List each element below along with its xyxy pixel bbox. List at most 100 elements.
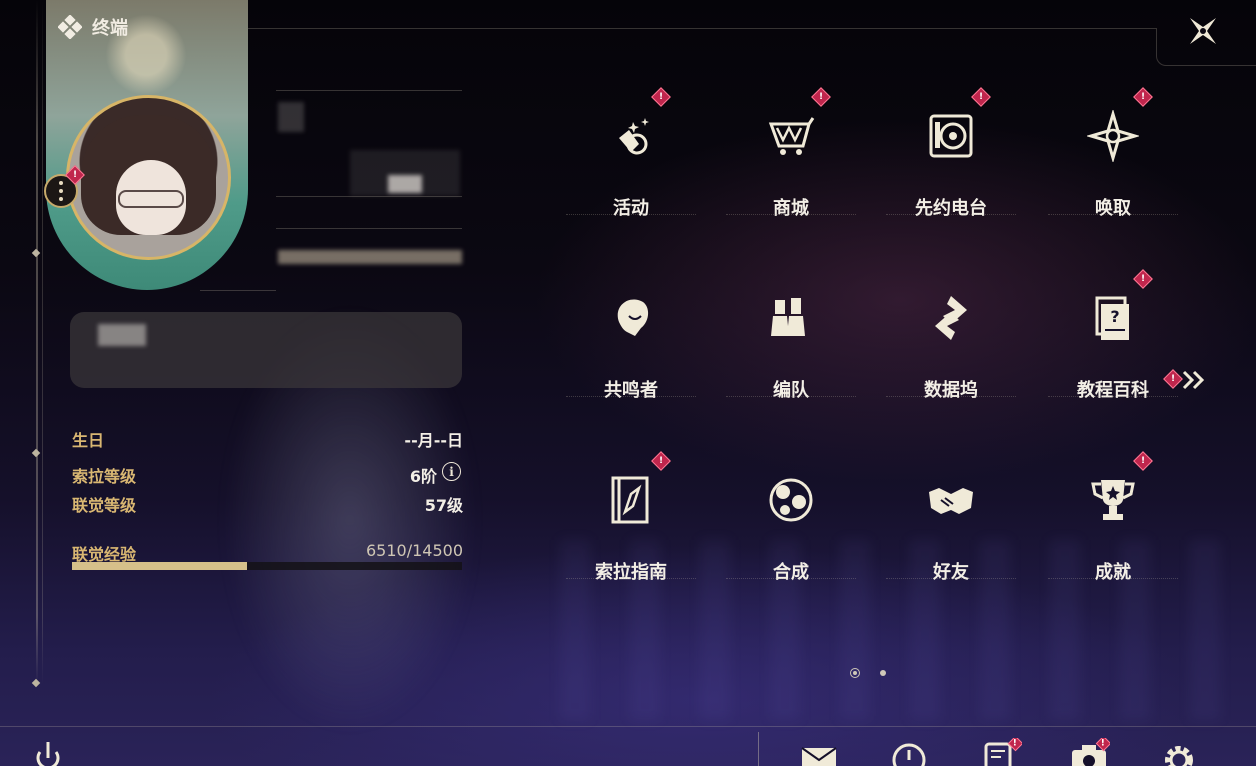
dotted-divider xyxy=(886,396,1016,397)
divider xyxy=(276,196,462,197)
resonator-head-icon xyxy=(591,278,671,358)
menu-item-2[interactable]: ! 商城 xyxy=(726,86,856,246)
menu-item-3[interactable]: ! 先约电台 xyxy=(886,86,1016,246)
power-button[interactable] xyxy=(28,738,68,766)
dotted-divider xyxy=(566,578,696,579)
clock-icon xyxy=(892,743,926,766)
background-figure xyxy=(150,200,550,766)
dotted-divider xyxy=(886,578,1016,579)
bottom-divider xyxy=(0,726,1256,727)
shop-cart-icon xyxy=(751,96,831,176)
power-icon xyxy=(36,742,60,766)
menu-item-label: 成就 xyxy=(1095,562,1131,583)
left-rail-inner xyxy=(42,0,43,684)
sola-level-value: 6阶 xyxy=(409,467,437,486)
page-title: 终端 xyxy=(92,18,128,39)
mail-icon xyxy=(801,747,837,766)
page-dot[interactable] xyxy=(880,670,886,676)
menu-item-12[interactable]: ! 成就 xyxy=(1048,450,1178,610)
guide-compass-book-icon xyxy=(591,460,671,540)
birthday-label: 生日 xyxy=(72,431,105,450)
more-dots-icon xyxy=(59,179,63,203)
header-title: 终端 xyxy=(58,14,128,40)
close-icon xyxy=(1190,18,1216,44)
settings-button[interactable] xyxy=(1160,738,1200,766)
dotted-divider xyxy=(886,214,1016,215)
page-dot-active[interactable] xyxy=(850,668,860,678)
menu-item-10[interactable]: 合成 xyxy=(726,450,856,610)
menu-item-9[interactable]: ! 索拉指南 xyxy=(566,450,696,610)
hidden-signature xyxy=(98,324,146,346)
divider xyxy=(276,228,462,229)
rail-marker xyxy=(31,448,41,458)
top-frame-line xyxy=(248,28,1156,29)
notice-button[interactable]: ! xyxy=(982,738,1022,766)
hidden-qr-block xyxy=(278,102,304,132)
divider xyxy=(276,90,462,91)
menu-item-11[interactable]: 好友 xyxy=(886,450,1016,610)
dotted-divider xyxy=(1048,578,1178,579)
menu-item-label: 商城 xyxy=(773,198,809,219)
dotted-divider xyxy=(1048,214,1178,215)
left-rail xyxy=(36,0,38,684)
data-dock-icon xyxy=(911,278,991,358)
rail-marker xyxy=(31,248,41,258)
birthday-value: --月--日 xyxy=(404,431,463,450)
radio-speaker-icon xyxy=(911,96,991,176)
dotted-divider xyxy=(566,214,696,215)
menu-item-label: 教程百科 xyxy=(1077,380,1149,401)
union-level-label: 联觉等级 xyxy=(72,496,137,515)
info-icon[interactable]: i xyxy=(442,462,461,481)
rail-marker xyxy=(31,678,41,688)
trophy-icon xyxy=(1073,460,1153,540)
menu-item-label: 活动 xyxy=(613,198,649,219)
dotted-divider xyxy=(1048,396,1178,397)
dotted-divider xyxy=(726,214,856,215)
camera-button[interactable]: ! xyxy=(1070,738,1110,766)
chess-team-icon xyxy=(751,278,831,358)
exp-progress-bar xyxy=(72,562,462,570)
sola-level-label: 索拉等级 xyxy=(72,467,137,486)
menu-item-label: 数据坞 xyxy=(924,380,978,401)
dotted-divider xyxy=(726,578,856,579)
hidden-player-name xyxy=(388,175,422,193)
bottom-separator xyxy=(758,732,759,766)
dotted-divider xyxy=(726,396,856,397)
menu-item-7[interactable]: 数据坞 xyxy=(886,268,1016,428)
menu-item-label: 好友 xyxy=(933,562,969,583)
signature-box[interactable] xyxy=(70,312,462,388)
gear-icon xyxy=(1165,746,1193,766)
divider xyxy=(200,290,276,291)
menu-item-1[interactable]: ! 活动 xyxy=(566,86,696,246)
terminal-icon xyxy=(58,15,82,39)
menu-item-label: 合成 xyxy=(773,562,809,583)
union-level-value: 57级 xyxy=(424,496,463,515)
double-chevron-right-icon xyxy=(1182,370,1205,390)
next-page-button[interactable] xyxy=(1180,368,1208,392)
mail-button[interactable] xyxy=(800,738,840,766)
history-button[interactable] xyxy=(890,738,930,766)
avatar-glasses xyxy=(118,190,184,208)
compass-star-icon xyxy=(1073,96,1153,176)
menu-item-label: 索拉指南 xyxy=(595,562,667,583)
synthesis-orbs-icon xyxy=(751,460,831,540)
close-button[interactable] xyxy=(1184,12,1222,50)
union-exp-value: 6510/14500 xyxy=(365,541,463,560)
event-sparkle-icon xyxy=(591,96,671,176)
menu-item-label: 编队 xyxy=(773,380,809,401)
menu-item-8[interactable]: ?! 教程百科 xyxy=(1048,268,1178,428)
exp-progress-fill xyxy=(72,562,248,570)
dotted-divider xyxy=(566,396,696,397)
menu-item-label: 先约电台 xyxy=(915,198,987,219)
menu-item-4[interactable]: ! 唤取 xyxy=(1048,86,1178,246)
menu-item-label: 唤取 xyxy=(1095,198,1131,219)
page-indicator xyxy=(850,668,886,678)
svg-text:?: ? xyxy=(1110,307,1119,326)
handshake-icon xyxy=(911,460,991,540)
player-portrait[interactable] xyxy=(46,0,248,290)
hidden-player-id xyxy=(278,250,462,264)
menu-item-5[interactable]: 共鸣者 xyxy=(566,268,696,428)
menu-item-label: 共鸣者 xyxy=(604,380,658,401)
tutorial-book-icon: ? xyxy=(1073,278,1153,358)
menu-item-6[interactable]: 编队 xyxy=(726,268,856,428)
